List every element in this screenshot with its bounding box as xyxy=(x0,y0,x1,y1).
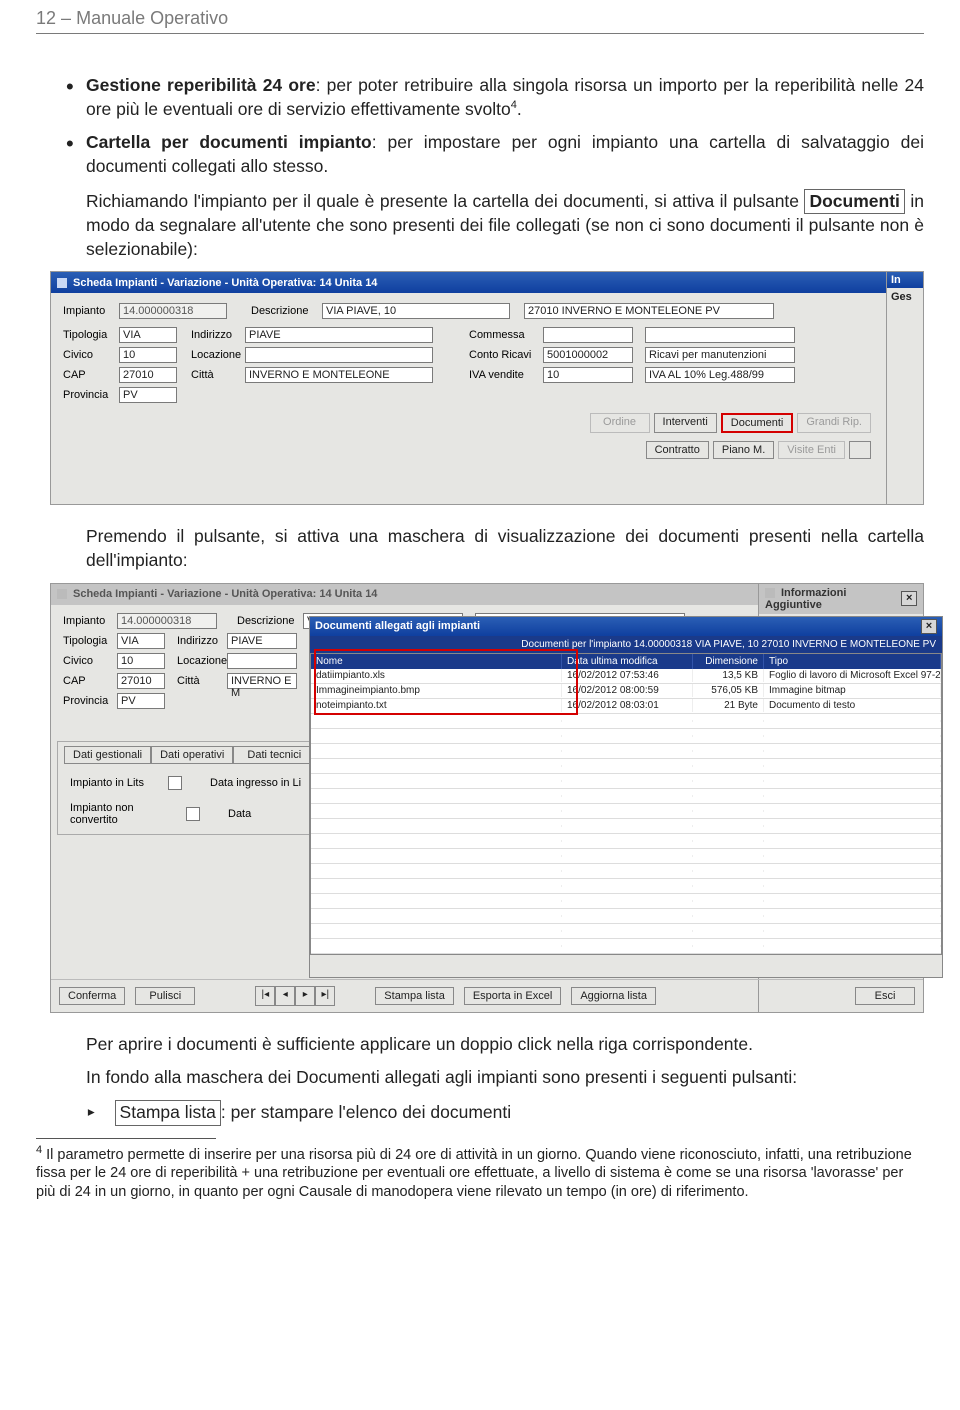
table-row[interactable] xyxy=(311,804,941,819)
table-row[interactable] xyxy=(311,879,941,894)
table-row[interactable] xyxy=(311,819,941,834)
checkbox-impianto-lits[interactable] xyxy=(168,776,182,790)
close-icon[interactable]: × xyxy=(901,591,917,606)
impianto-field[interactable]: 14.000000318 xyxy=(119,303,227,319)
interventi-button[interactable]: Interventi xyxy=(654,413,717,433)
window-icon xyxy=(57,589,67,599)
arrow-icon: ▸ xyxy=(86,1101,97,1125)
side-titlebar: In xyxy=(887,272,923,288)
tab-dati-tecnici[interactable]: Dati tecnici xyxy=(233,746,315,764)
nav-last-icon[interactable]: ▸| xyxy=(315,986,335,1006)
esporta-excel-button[interactable]: Esporta in Excel xyxy=(464,987,561,1005)
documenti-button[interactable]: Documenti xyxy=(721,413,794,433)
blank-button[interactable] xyxy=(849,441,871,459)
impianto-label: Impianto xyxy=(63,305,113,317)
bullet-2-title: Cartella per documenti impianto xyxy=(86,132,372,152)
page-header: 12 – Manuale Operativo xyxy=(36,0,924,34)
piano-m-button[interactable]: Piano M. xyxy=(713,441,774,459)
screenshot-2: Scheda Impianti - Variazione - Unità Ope… xyxy=(50,583,924,1013)
impianto-field[interactable]: 14.000000318 xyxy=(117,613,217,629)
table-row[interactable] xyxy=(311,864,941,879)
documents-table-header: Nome Data ultima modifica Dimensione Tip… xyxy=(311,654,941,669)
iva-field[interactable]: 10 xyxy=(543,367,633,383)
tab-dati-gestionali[interactable]: Dati gestionali xyxy=(64,746,151,764)
paragraph: In fondo alla maschera dei Documenti all… xyxy=(86,1066,924,1090)
nav-next-icon[interactable]: ▸ xyxy=(295,986,315,1006)
tab-dati-operativi[interactable]: Dati operativi xyxy=(151,746,233,764)
citta-field[interactable]: INVERNO E MONTELEONE xyxy=(245,367,433,383)
nav-buttons: |◂ ◂ ▸ ▸| xyxy=(255,986,335,1006)
table-row[interactable] xyxy=(311,834,941,849)
bullet-item-2: • Cartella per documenti impianto: per i… xyxy=(66,131,924,178)
info-icon xyxy=(765,588,775,598)
screenshot-1: Scheda Impianti - Variazione - Unità Ope… xyxy=(50,271,924,505)
bullet-dot: • xyxy=(66,74,86,121)
doc-title: Manuale Operativo xyxy=(76,8,228,28)
info-titlebar: Informazioni Aggiuntive × xyxy=(759,584,923,614)
sub-bullet: ▸ Stampa lista : per stampare l'elenco d… xyxy=(86,1100,924,1126)
bullet-dot: • xyxy=(66,131,86,178)
table-row[interactable] xyxy=(311,924,941,939)
descrizione-label: Descrizione xyxy=(251,305,316,317)
table-row[interactable] xyxy=(311,759,941,774)
table-row[interactable]: noteimpianto.txt16/02/2012 08:03:0121 By… xyxy=(311,699,941,714)
table-row[interactable] xyxy=(311,849,941,864)
paragraph: Richiamando l'impianto per il quale è pr… xyxy=(86,189,924,262)
window-icon xyxy=(57,278,67,288)
table-row[interactable] xyxy=(311,909,941,924)
commessa-field[interactable] xyxy=(543,327,633,343)
conto-ricavi-field[interactable]: 5001000002 xyxy=(543,347,633,363)
page-number: 12 xyxy=(36,8,56,28)
visite-enti-button[interactable]: Visite Enti xyxy=(778,441,845,459)
contratto-button[interactable]: Contratto xyxy=(646,441,709,459)
documenti-inline-button: Documenti xyxy=(804,189,904,215)
paragraph: Premendo il pulsante, si attiva una masc… xyxy=(86,525,924,572)
bullet-item-1: • Gestione reperibilità 24 ore: per pote… xyxy=(66,74,924,121)
tipologia-field[interactable]: VIA xyxy=(119,327,177,343)
footnote-4: 4 Il parametro permette di inserire per … xyxy=(36,1143,924,1202)
table-row[interactable] xyxy=(311,939,941,954)
table-row[interactable] xyxy=(311,729,941,744)
table-row[interactable] xyxy=(311,789,941,804)
stampa-lista-inline: Stampa lista xyxy=(115,1100,221,1126)
nav-prev-icon[interactable]: ◂ xyxy=(275,986,295,1006)
table-row[interactable] xyxy=(311,714,941,729)
cap-field[interactable]: 27010 xyxy=(119,367,177,383)
documents-titlebar: Documenti allegati agli impianti × xyxy=(310,617,942,636)
stampa-lista-button[interactable]: Stampa lista xyxy=(375,987,454,1005)
close-icon[interactable]: × xyxy=(921,619,937,634)
table-row[interactable] xyxy=(311,744,941,759)
table-row[interactable]: Immagineimpianto.bmp16/02/2012 08:00:595… xyxy=(311,684,941,699)
conferma-button[interactable]: Conferma xyxy=(59,987,125,1005)
table-row[interactable] xyxy=(311,894,941,909)
pulisci-button[interactable]: Pulisci xyxy=(135,987,195,1005)
localita-field[interactable]: 27010 INVERNO E MONTELEONE PV xyxy=(524,303,774,319)
table-row[interactable]: datiimpianto.xls16/02/2012 07:53:4613,5 … xyxy=(311,669,941,684)
locazione-field[interactable] xyxy=(245,347,433,363)
nav-first-icon[interactable]: |◂ xyxy=(255,986,275,1006)
documents-banner: Documenti per l'impianto 14.00000318 VIA… xyxy=(310,636,942,653)
table-row[interactable] xyxy=(311,774,941,789)
civico-field[interactable]: 10 xyxy=(119,347,177,363)
aggiorna-lista-button[interactable]: Aggiorna lista xyxy=(571,987,656,1005)
descrizione-field[interactable]: VIA PIAVE, 10 xyxy=(322,303,510,319)
bullet-1-title: Gestione reperibilità 24 ore xyxy=(86,75,316,95)
footnote-separator xyxy=(36,1138,216,1139)
documents-table: Nome Data ultima modifica Dimensione Tip… xyxy=(310,653,942,955)
provincia-field[interactable]: PV xyxy=(119,387,177,403)
grandi-rip-button[interactable]: Grandi Rip. xyxy=(797,413,871,433)
checkbox-non-convertito[interactable] xyxy=(186,807,200,821)
ordine-button[interactable]: Ordine xyxy=(590,413,650,433)
bottom-toolbar: Conferma Pulisci |◂ ◂ ▸ ▸| Stampa lista … xyxy=(51,979,923,1012)
window-titlebar: Scheda Impianti - Variazione - Unità Ope… xyxy=(51,272,923,293)
paragraph: Per aprire i documenti è sufficiente app… xyxy=(86,1033,924,1057)
indirizzo-field[interactable]: PIAVE xyxy=(245,327,433,343)
documents-panel: Documenti allegati agli impianti × Docum… xyxy=(309,616,943,978)
esci-button[interactable]: Esci xyxy=(855,987,915,1005)
